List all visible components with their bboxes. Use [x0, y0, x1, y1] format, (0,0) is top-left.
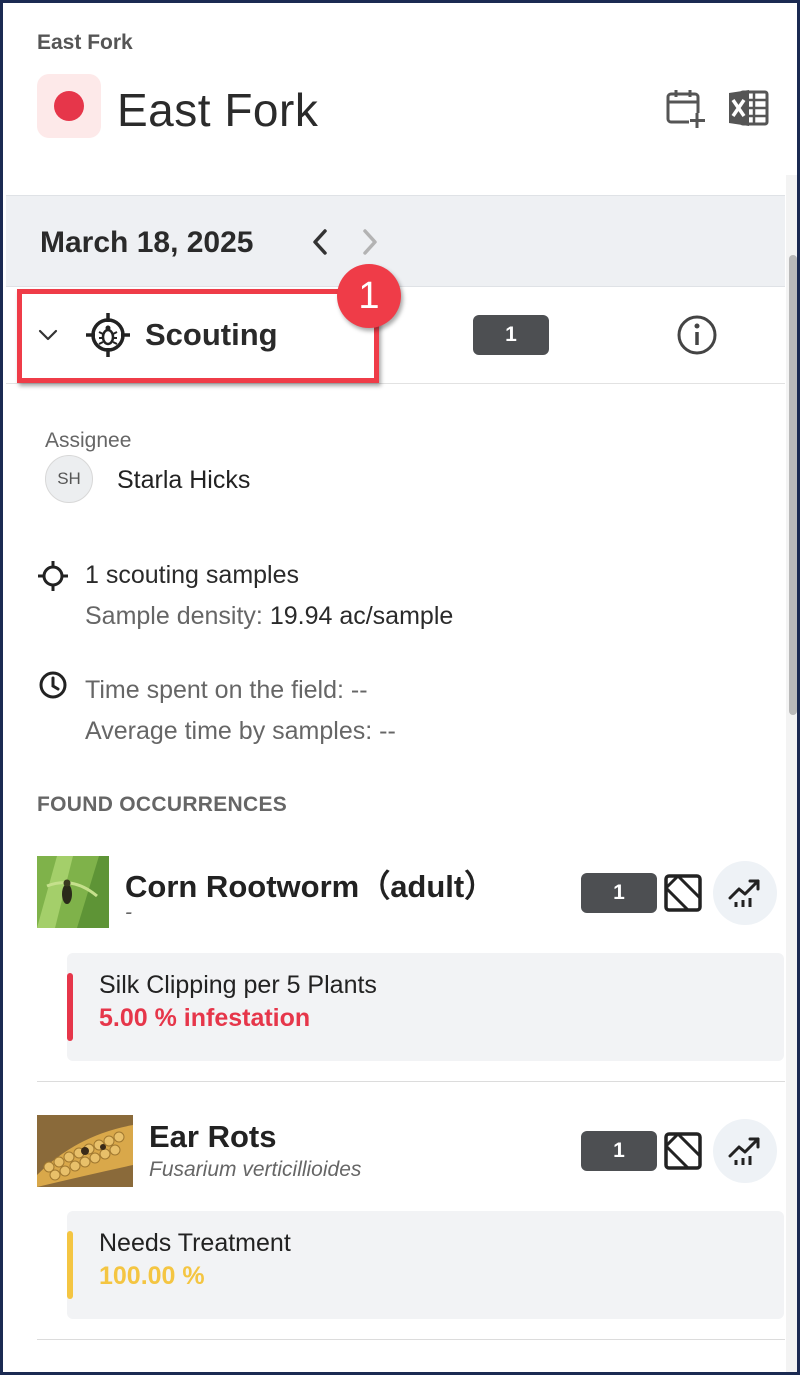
map-view-icon[interactable] — [664, 1132, 702, 1170]
breadcrumb[interactable]: East Fork — [37, 31, 133, 55]
scrollbar[interactable] — [786, 175, 797, 1372]
date-navigator: March 18, 2025 — [6, 195, 785, 287]
metric-value: 5.00 % infestation — [99, 1004, 311, 1032]
metric-value: 100.00 % — [99, 1262, 205, 1290]
excel-export-icon[interactable] — [727, 87, 769, 129]
assignee-name: Starla Hicks — [117, 466, 251, 494]
ear-rots-thumbnail — [37, 1115, 133, 1187]
scouting-count-badge: 1 — [473, 315, 549, 355]
field-color-badge — [37, 74, 101, 138]
tutorial-highlight-box — [17, 289, 379, 383]
field-color-dot — [54, 91, 84, 121]
occurrence-metric-card: Silk Clipping per 5 Plants 5.00 % infest… — [67, 953, 784, 1061]
trend-chart-icon — [728, 879, 760, 907]
sample-density-value: 19.94 ac/sample — [269, 602, 454, 630]
chevron-right-icon[interactable] — [358, 224, 382, 260]
divider — [37, 1339, 785, 1340]
section-title-found-occurrences: FOUND OCCURRENCES — [37, 793, 288, 816]
occurrence-count-badge: 1 — [581, 1131, 657, 1171]
trend-chart-button[interactable] — [713, 861, 777, 925]
time-on-field: Time spent on the field: -- — [85, 676, 368, 704]
metric-label: Silk Clipping per 5 Plants — [99, 971, 377, 999]
samples-count: 1 scouting samples — [85, 561, 300, 589]
clock-icon — [39, 671, 67, 699]
occurrence-name[interactable]: Ear Rots — [149, 1119, 276, 1155]
app-panel: East Fork East Fork March 18, 2025 Scout… — [0, 0, 800, 1375]
severity-indicator-bar — [67, 1231, 73, 1299]
occurrence-count-badge: 1 — [581, 873, 657, 913]
tutorial-step-badge: 1 — [337, 264, 401, 328]
occurrence-subtitle: Fusarium verticillioides — [149, 1158, 362, 1181]
crosshair-icon — [38, 561, 68, 591]
trend-chart-button[interactable] — [713, 1119, 777, 1183]
chevron-left-icon[interactable] — [308, 224, 332, 260]
occurrence-subtitle: - — [125, 901, 132, 924]
metric-label: Needs Treatment — [99, 1229, 291, 1257]
current-date: March 18, 2025 — [40, 226, 254, 259]
sample-density-label: Sample density: — [85, 602, 263, 630]
trend-chart-icon — [728, 1137, 760, 1165]
occurrence-name[interactable]: Corn Rootworm（adult） — [125, 861, 495, 906]
average-time-by-samples: Average time by samples: -- — [85, 717, 396, 745]
divider — [37, 1081, 785, 1082]
info-icon[interactable] — [675, 313, 719, 357]
occurrence-metric-card: Needs Treatment 100.00 % — [67, 1211, 784, 1319]
map-view-icon[interactable] — [664, 874, 702, 912]
page-title: East Fork — [117, 84, 319, 136]
corn-rootworm-thumbnail — [37, 856, 109, 928]
avatar: SH — [45, 455, 93, 503]
scroll-thumb[interactable] — [789, 255, 797, 715]
assignee-label: Assignee — [45, 429, 132, 452]
calendar-add-icon[interactable] — [665, 87, 707, 129]
severity-indicator-bar — [67, 973, 73, 1041]
sample-density: Sample density: 19.94 ac/sample — [85, 602, 453, 631]
